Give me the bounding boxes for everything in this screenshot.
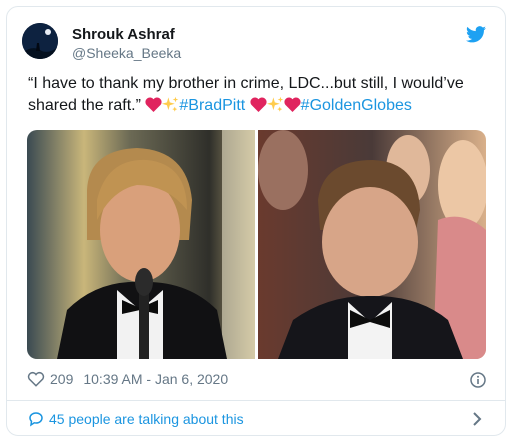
hashtag-bradpitt[interactable]: #BradPitt — [179, 97, 245, 114]
like-count[interactable]: 209 — [50, 371, 73, 387]
tweet-media[interactable] — [27, 130, 486, 359]
tweet-text: “I have to thank my brother in crime, LD… — [28, 73, 488, 117]
author-handle[interactable]: @Sheeka_Beeka — [72, 45, 181, 61]
avatar[interactable] — [22, 23, 58, 59]
photo-right[interactable] — [258, 130, 486, 359]
hashtag-goldenglobes[interactable]: #GoldenGlobes — [301, 97, 412, 114]
red-heart-emoji-icon — [250, 97, 267, 112]
info-icon[interactable] — [470, 372, 486, 388]
twitter-bird-icon[interactable] — [466, 26, 486, 43]
photo-left[interactable] — [27, 130, 255, 359]
chevron-right-icon[interactable] — [472, 411, 482, 427]
tweet-footer: 209 10:39 AM - Jan 6, 2020 — [27, 371, 228, 387]
conversation-link[interactable]: 45 people are talking about this — [28, 411, 244, 427]
red-heart-emoji-icon — [284, 97, 301, 112]
divider — [7, 400, 506, 401]
timestamp[interactable]: 10:39 AM - Jan 6, 2020 — [83, 371, 228, 387]
sparkles-emoji-icon — [162, 96, 179, 112]
sparkles-emoji-icon — [266, 96, 283, 112]
heart-outline-icon[interactable] — [27, 371, 45, 387]
author-name[interactable]: Shrouk Ashraf — [72, 26, 175, 43]
conversation-label[interactable]: 45 people are talking about this — [49, 411, 244, 427]
red-heart-emoji-icon — [145, 97, 162, 112]
speech-bubble-icon — [29, 412, 43, 427]
